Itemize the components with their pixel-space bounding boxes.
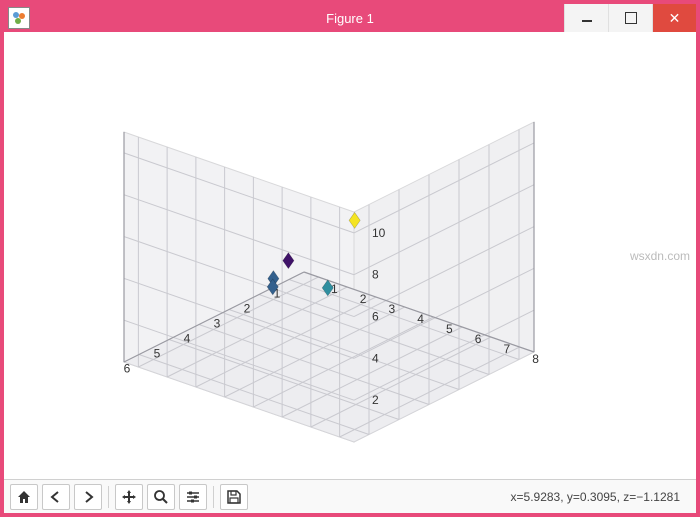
toolbar: x=5.9283, y=0.3095, z=−1.1281 [4,479,696,513]
app-window: Figure 1 12345612345678246810246810 wsxd… [0,0,700,517]
zoom-icon [153,489,169,505]
scatter3d-chart: 12345612345678246810246810 [4,32,696,479]
zoom-button[interactable] [147,484,175,510]
svg-text:8: 8 [532,352,539,366]
svg-text:6: 6 [372,310,379,324]
toolbar-separator [213,486,214,508]
app-icon [8,7,30,29]
titlebar: Figure 1 [4,4,696,32]
svg-text:6: 6 [475,332,482,346]
home-icon [16,489,32,505]
svg-text:3: 3 [214,317,221,331]
forward-button[interactable] [74,484,102,510]
back-button[interactable] [42,484,70,510]
svg-text:4: 4 [372,351,379,365]
move-icon [121,489,137,505]
minimize-button[interactable] [564,4,608,32]
svg-text:3: 3 [389,302,396,316]
home-button[interactable] [10,484,38,510]
save-button[interactable] [220,484,248,510]
svg-text:4: 4 [184,332,191,346]
svg-text:7: 7 [504,342,511,356]
sliders-icon [185,489,201,505]
svg-text:2: 2 [360,292,367,306]
svg-text:2: 2 [372,393,379,407]
svg-text:2: 2 [244,302,251,316]
svg-text:8: 8 [372,268,379,282]
arrow-left-icon [49,490,63,504]
toolbar-separator [108,486,109,508]
window-controls [564,4,696,32]
arrow-right-icon [81,490,95,504]
svg-text:6: 6 [124,362,131,376]
svg-text:5: 5 [446,322,453,336]
watermark: wsxdn.com [630,249,690,263]
pan-button[interactable] [115,484,143,510]
coordinate-status: x=5.9283, y=0.3095, z=−1.1281 [511,490,690,504]
svg-text:4: 4 [417,312,424,326]
save-icon [226,489,242,505]
close-button[interactable] [652,4,696,32]
maximize-button[interactable] [608,4,652,32]
configure-button[interactable] [179,484,207,510]
svg-text:5: 5 [154,347,161,361]
plot-area[interactable]: 12345612345678246810246810 wsxdn.com [4,32,696,479]
svg-text:10: 10 [372,226,386,240]
